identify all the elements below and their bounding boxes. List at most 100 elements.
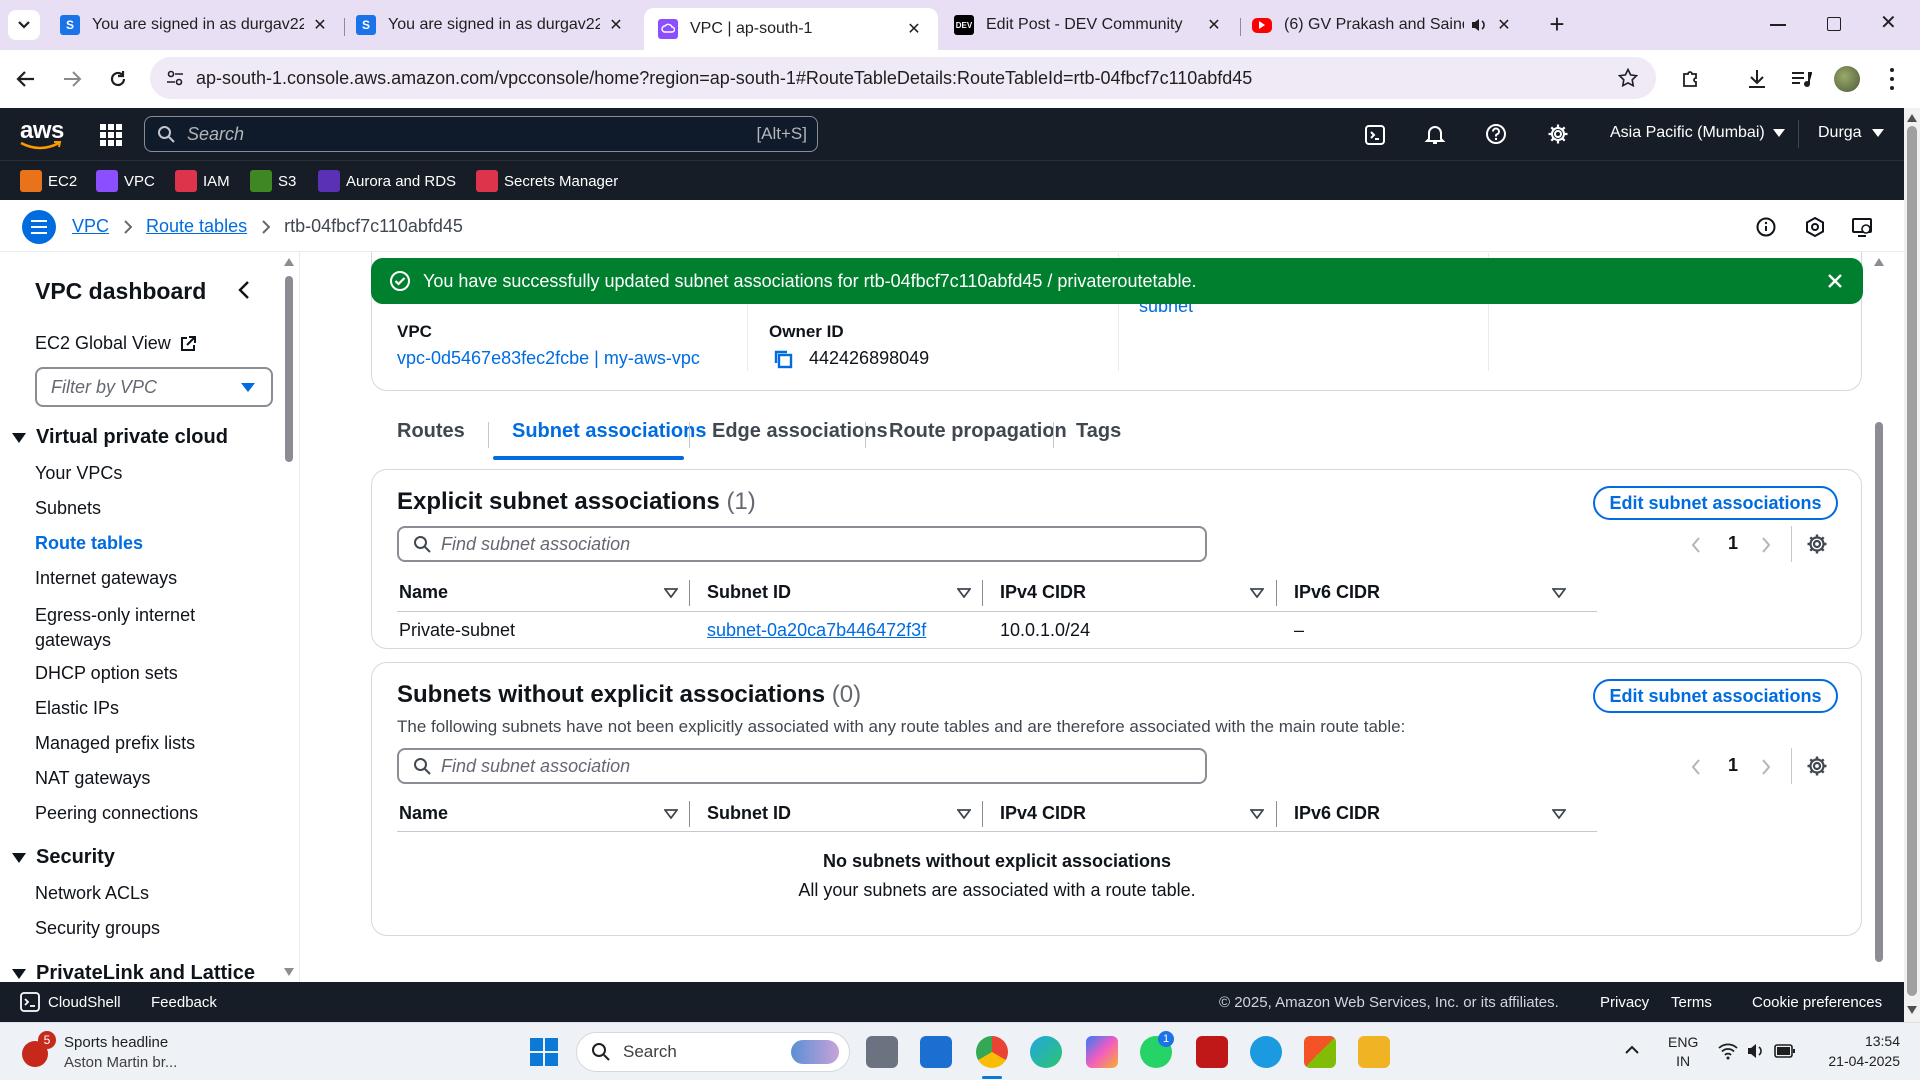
bookmark-star-icon[interactable]	[1618, 68, 1638, 88]
battery-icon[interactable]	[1774, 1044, 1796, 1058]
nav-section-virtual-private-cloud[interactable]: Virtual private cloud	[12, 426, 228, 449]
sort-caret-icon[interactable]	[957, 809, 971, 819]
nav-menu-button[interactable]	[22, 210, 56, 244]
privacy-link[interactable]: Privacy	[1600, 994, 1649, 1011]
forward-arrow-icon[interactable]	[62, 69, 82, 89]
sidebar-item-route-tables[interactable]: Route tables	[35, 533, 143, 554]
terms-link[interactable]: Terms	[1671, 994, 1712, 1011]
help-icon[interactable]	[1485, 123, 1507, 145]
close-icon[interactable]	[1827, 273, 1843, 289]
filter-by-vpc-select[interactable]: Filter by VPC	[35, 367, 273, 407]
browser-tab[interactable]: DEV Edit Post - DEV Community ✕	[944, 8, 1234, 42]
menu-icon[interactable]	[1890, 68, 1894, 90]
sidebar-item-egress-only-internet-gateways[interactable]: Egress-only internet gateways	[35, 603, 245, 653]
tab-edge-associations[interactable]: Edge associations	[712, 420, 888, 443]
sort-caret-icon[interactable]	[664, 809, 678, 819]
copilot-icon[interactable]	[1086, 1036, 1118, 1068]
window-close-button[interactable]: ✕	[1880, 10, 1897, 35]
nav-section-privatelink-lattice[interactable]: PrivateLink and Lattice	[12, 962, 255, 982]
column-header-ipv4-cidr[interactable]: IPv4 CIDR	[1000, 803, 1086, 824]
browser-tab[interactable]: S You are signed in as durgav22it ✕	[50, 8, 340, 42]
sort-caret-icon[interactable]	[1250, 588, 1264, 598]
clock[interactable]: 13:54 21-04-2025	[1812, 1031, 1900, 1071]
tab-routes[interactable]: Routes	[397, 420, 465, 443]
sidebar-item-peering-connections[interactable]: Peering connections	[35, 803, 198, 824]
speaker-icon[interactable]	[1470, 17, 1488, 33]
help-app-icon[interactable]	[1250, 1036, 1282, 1068]
browser-tab[interactable]: (6) GV Prakash and Saindha ✕	[1242, 8, 1532, 42]
chrome-icon[interactable]	[976, 1036, 1008, 1068]
sidebar-scroll-thumb[interactable]	[285, 276, 293, 462]
sort-caret-icon[interactable]	[1552, 809, 1566, 819]
collapse-sidebar-icon[interactable]	[238, 280, 250, 300]
wifi-icon[interactable]	[1718, 1042, 1738, 1060]
feedback-link[interactable]: Feedback	[151, 994, 217, 1011]
next-page-icon[interactable]	[1760, 536, 1772, 554]
page-number[interactable]: 1	[1728, 533, 1738, 554]
sort-caret-icon[interactable]	[1552, 588, 1566, 598]
reload-icon[interactable]	[108, 69, 128, 89]
favorite-aurora-rds[interactable]: Aurora and RDS	[318, 169, 456, 193]
favorite-ec2[interactable]: EC2	[20, 169, 77, 193]
news-widget[interactable]: 5 Sports headline Aston Martin br...	[14, 1029, 214, 1075]
edge-icon[interactable]	[1030, 1036, 1062, 1068]
previous-page-icon[interactable]	[1690, 758, 1702, 776]
table-preferences-gear-icon[interactable]	[1806, 533, 1828, 555]
sidebar-item-dhcp-option-sets[interactable]: DHCP option sets	[35, 663, 178, 684]
breadcrumb-vpc[interactable]: VPC	[72, 216, 109, 237]
cloudshell-icon[interactable]	[1364, 124, 1386, 146]
language-indicator[interactable]: ENG IN	[1668, 1033, 1698, 1071]
main-scroll-thumb[interactable]	[1875, 422, 1883, 962]
site-settings-icon[interactable]	[166, 69, 184, 87]
minimize-button[interactable]	[1770, 24, 1786, 26]
media-controls-icon[interactable]	[1790, 68, 1812, 90]
close-icon[interactable]: ✕	[310, 15, 330, 35]
close-icon[interactable]: ✕	[606, 15, 626, 35]
copy-icon[interactable]	[772, 348, 794, 370]
sidebar-scrollbar[interactable]	[282, 252, 296, 982]
taskbar-search[interactable]: Search	[576, 1032, 850, 1072]
sidebar-item-managed-prefix-lists[interactable]: Managed prefix lists	[35, 733, 195, 754]
edit-subnet-associations-button[interactable]: Edit subnet associations	[1593, 679, 1838, 713]
cookie-preferences-link[interactable]: Cookie preferences	[1752, 994, 1882, 1011]
favorite-secrets-manager[interactable]: Secrets Manager	[476, 169, 618, 193]
tab-tags[interactable]: Tags	[1076, 420, 1121, 443]
breadcrumb-route-tables[interactable]: Route tables	[146, 216, 247, 237]
close-icon[interactable]: ✕	[1494, 15, 1514, 35]
ec2-global-view-link[interactable]: EC2 Global View	[35, 333, 197, 354]
column-header-name[interactable]: Name	[399, 582, 448, 603]
settings-gear-icon[interactable]	[1547, 123, 1569, 145]
extensions-icon[interactable]	[1680, 68, 1702, 90]
address-bar[interactable]: ap-south-1.console.aws.amazon.com/vpccon…	[150, 57, 1656, 99]
notifications-badge-icon[interactable]	[1804, 216, 1826, 238]
column-header-subnet-id[interactable]: Subnet ID	[707, 582, 791, 603]
tab-search-button[interactable]	[8, 10, 40, 40]
close-icon[interactable]: ✕	[1204, 15, 1224, 35]
sidebar-title[interactable]: VPC dashboard	[35, 278, 206, 305]
info-icon[interactable]	[1756, 217, 1776, 237]
sidebar-item-elastic-ips[interactable]: Elastic IPs	[35, 698, 119, 719]
new-tab-button[interactable]: +	[1542, 10, 1572, 40]
file-explorer-icon[interactable]	[1358, 1036, 1390, 1068]
back-arrow-icon[interactable]	[16, 69, 36, 89]
page-number[interactable]: 1	[1728, 755, 1738, 776]
region-selector[interactable]: Asia Pacific (Mumbai)	[1610, 124, 1785, 142]
column-header-subnet-id[interactable]: Subnet ID	[707, 803, 791, 824]
find-subnet-association-input[interactable]: Find subnet association	[397, 748, 1207, 784]
profile-avatar[interactable]	[1834, 66, 1860, 92]
browser-tab-active[interactable]: VPC | ap-south-1 ✕	[644, 8, 938, 50]
favorite-s3[interactable]: S3	[250, 169, 296, 193]
volume-icon[interactable]	[1746, 1042, 1766, 1060]
column-header-name[interactable]: Name	[399, 803, 448, 824]
tab-subnet-associations[interactable]: Subnet associations	[512, 420, 707, 443]
sidebar-item-network-acls[interactable]: Network ACLs	[35, 883, 149, 904]
vpc-link[interactable]: vpc-0d5467e83fec2fcbe | my-aws-vpc	[397, 348, 700, 369]
page-scroll-thumb[interactable]	[1907, 126, 1917, 996]
cell-subnet-id-link[interactable]: subnet-0a20ca7b446472f3f	[707, 620, 926, 641]
page-scrollbar[interactable]	[1904, 108, 1920, 1022]
sort-caret-icon[interactable]	[664, 588, 678, 598]
hp-app-icon[interactable]	[920, 1036, 952, 1068]
sidebar-item-subnets[interactable]: Subnets	[35, 498, 101, 519]
favorite-iam[interactable]: IAM	[175, 169, 230, 193]
sidebar-item-nat-gateways[interactable]: NAT gateways	[35, 768, 150, 789]
